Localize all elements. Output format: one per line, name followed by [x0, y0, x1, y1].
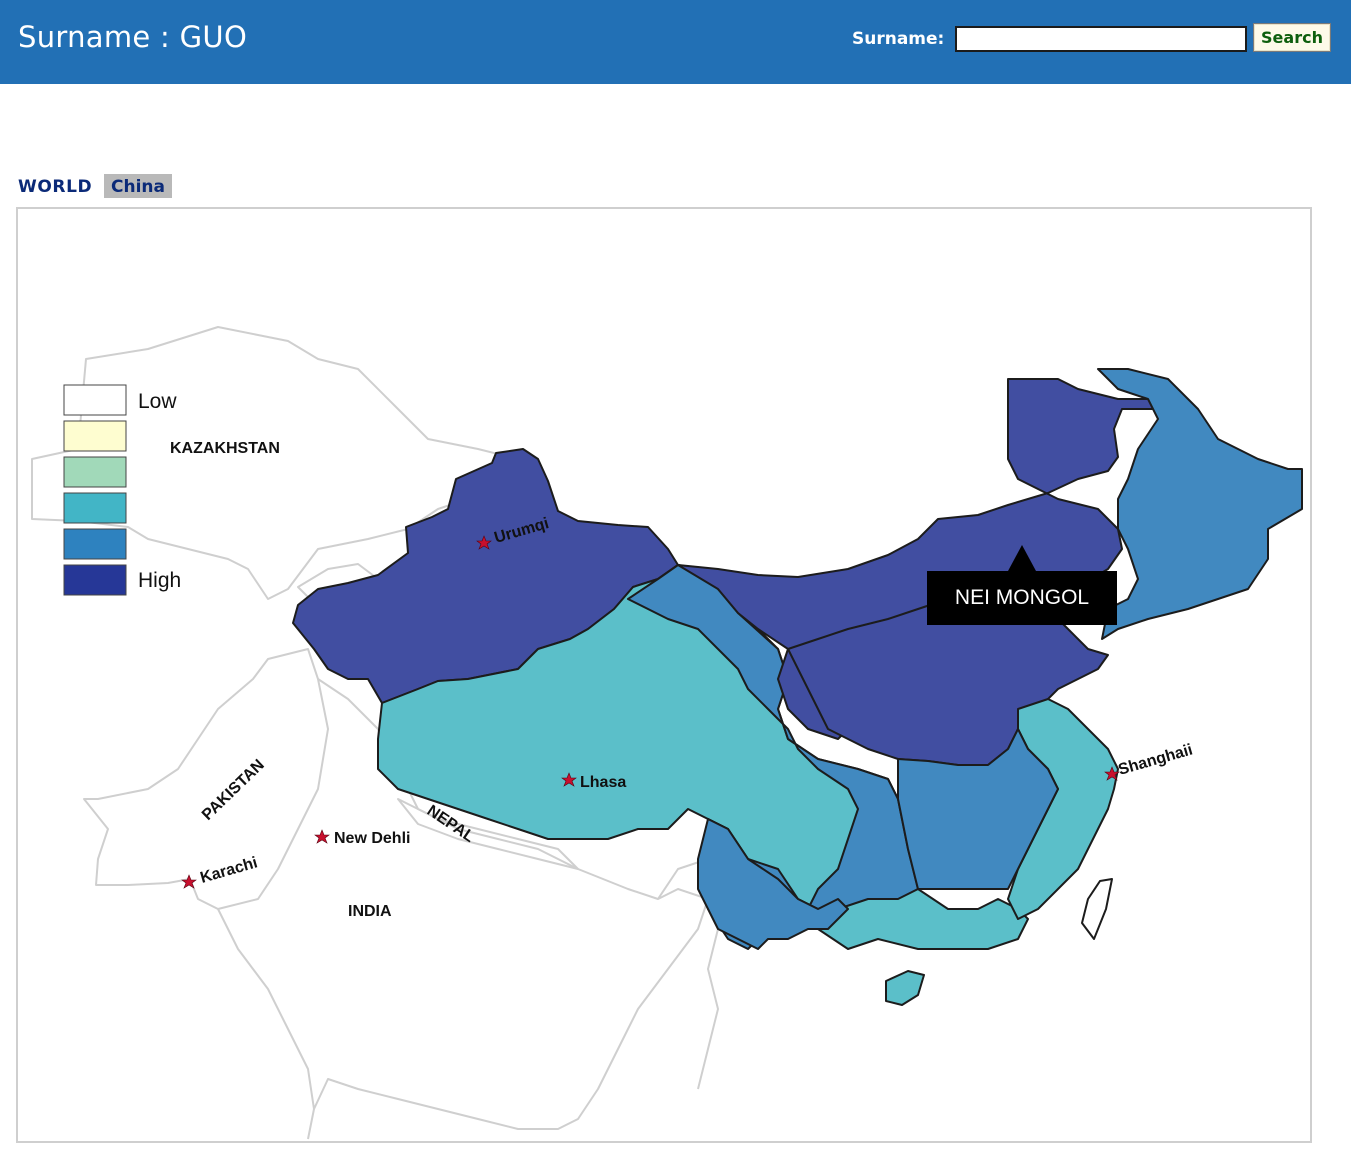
surname-input[interactable] [955, 26, 1247, 52]
country-label-pakistan: PAKISTAN [199, 756, 268, 823]
header-bar: Surname : GUO Surname: Search [0, 0, 1351, 84]
search-button[interactable]: Search [1253, 23, 1331, 52]
legend-high-label: High [138, 569, 181, 592]
map-panel: Low High KAZAKHSTAN INDIA PAKISTAN NEPAL… [16, 207, 1312, 1143]
star-icon [181, 874, 197, 889]
legend-swatch-1 [63, 384, 127, 416]
china-provinces [292, 368, 1303, 1006]
china-map: Low High KAZAKHSTAN INDIA PAKISTAN NEPAL… [31, 326, 1303, 1140]
city-label-karachi: Karachi [198, 854, 259, 887]
legend-swatch-6 [63, 564, 127, 596]
star-icon [314, 829, 330, 844]
region-hainan[interactable] [885, 970, 925, 1006]
tab-world[interactable]: WORLD [18, 174, 92, 198]
city-label-shanghai: Shanghaii [1116, 741, 1194, 778]
legend-swatch-5 [63, 528, 127, 560]
legend-swatch-4 [63, 492, 127, 524]
city-label-lhasa: Lhasa [580, 774, 626, 791]
legend-swatch-3 [63, 456, 127, 488]
surname-label: Surname: [852, 29, 945, 49]
page-title: Surname : GUO [18, 20, 248, 54]
legend-low-label: Low [138, 390, 177, 413]
tooltip-arrow [1008, 545, 1036, 571]
legend-swatch-2 [63, 420, 127, 452]
region-taiwan[interactable] [1081, 878, 1113, 940]
city-label-new-delhi: New Dehli [334, 830, 410, 847]
country-label-kazakhstan: KAZAKHSTAN [170, 440, 280, 457]
country-label-india: INDIA [348, 903, 392, 920]
region-tooltip: NEI MONGOL [927, 571, 1117, 625]
tab-china[interactable]: China [104, 174, 172, 198]
